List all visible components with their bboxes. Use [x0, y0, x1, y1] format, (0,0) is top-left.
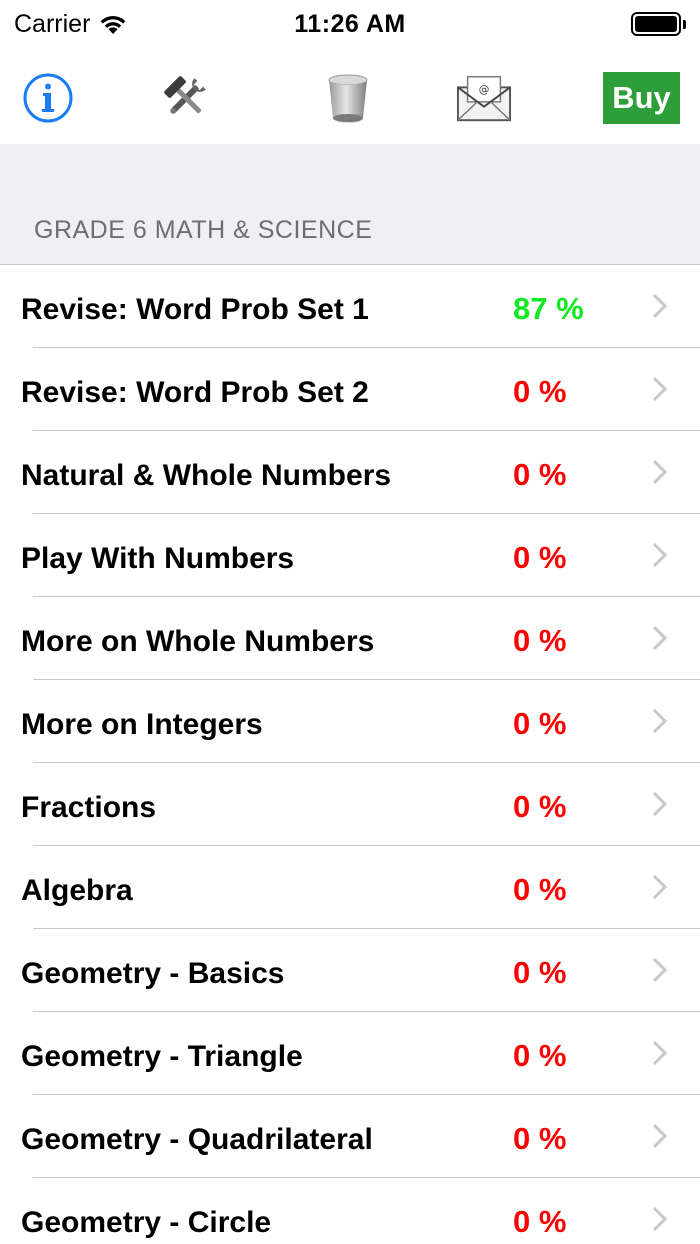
score-percent: 0 % — [513, 457, 567, 492]
chevron-right-icon — [652, 957, 668, 983]
topic-label: Geometry - Triangle — [21, 1040, 303, 1073]
score-percent: 0 % — [513, 1038, 567, 1073]
list-item[interactable]: Revise: Word Prob Set 1 87 % — [0, 265, 700, 348]
chevron-right-icon — [652, 708, 668, 734]
info-icon — [23, 73, 73, 123]
topic-label: Geometry - Basics — [21, 957, 285, 990]
list-item[interactable]: Algebra 0 % — [0, 846, 700, 929]
list-item[interactable]: More on Integers 0 % — [0, 680, 700, 763]
topic-label: More on Integers — [21, 708, 263, 741]
toolbar: @ Buy — [0, 48, 700, 144]
list-item[interactable]: Geometry - Basics 0 % — [0, 929, 700, 1012]
chevron-right-icon — [652, 625, 668, 651]
svg-text:@: @ — [479, 83, 490, 96]
topic-label: Play With Numbers — [21, 542, 295, 575]
score-percent: 0 % — [513, 374, 567, 409]
topic-label: Algebra — [21, 874, 133, 907]
score-percent: 0 % — [513, 789, 567, 824]
chevron-right-icon — [652, 1040, 668, 1066]
battery-icon — [631, 12, 686, 36]
list-item[interactable]: Fractions 0 % — [0, 763, 700, 846]
score-percent: 0 % — [513, 955, 567, 990]
trash-icon — [328, 74, 368, 123]
wifi-icon — [101, 16, 126, 34]
score-percent: 87 % — [513, 291, 584, 326]
list-item[interactable]: More on Whole Numbers 0 % — [0, 597, 700, 680]
score-percent: 0 % — [513, 1121, 567, 1156]
score-percent: 0 % — [513, 1204, 567, 1239]
topic-label: Fractions — [21, 791, 157, 824]
status-bar: Carrier 11:26 AM — [0, 0, 700, 48]
chevron-right-icon — [652, 1123, 668, 1149]
topic-label: Geometry - Quadrilateral — [21, 1123, 373, 1156]
topic-label: Geometry - Circle — [21, 1206, 272, 1239]
chevron-right-icon — [652, 1206, 668, 1232]
list-item[interactable]: Revise: Word Prob Set 2 0 % — [0, 348, 700, 431]
status-left: Carrier — [14, 10, 128, 39]
carrier-label: Carrier — [14, 9, 91, 38]
list-item[interactable]: Geometry - Triangle 0 % — [0, 1012, 700, 1095]
topic-label: Revise: Word Prob Set 1 — [21, 293, 369, 326]
chevron-right-icon — [652, 376, 668, 402]
buy-button[interactable]: Buy — [603, 72, 680, 124]
chevron-right-icon — [652, 542, 668, 568]
settings-button[interactable] — [158, 70, 214, 126]
score-percent: 0 % — [513, 872, 567, 907]
reset-button[interactable] — [320, 70, 376, 126]
info-button[interactable] — [20, 70, 76, 126]
list-item[interactable]: Natural & Whole Numbers 0 % — [0, 431, 700, 514]
email-button[interactable]: @ — [456, 70, 512, 126]
score-percent: 0 % — [513, 706, 567, 741]
app-screen: Carrier 11:26 AM @ Buy GRADE 6 MATH & SC… — [0, 0, 700, 1244]
section-header — [0, 144, 700, 265]
list-item[interactable]: Play With Numbers 0 % — [0, 514, 700, 597]
topic-label: Revise: Word Prob Set 2 — [21, 376, 369, 409]
score-percent: 0 % — [513, 623, 567, 658]
topic-list: Revise: Word Prob Set 1 87 % Revise: Word … — [0, 265, 700, 1244]
topic-label: Natural & Whole Numbers — [21, 459, 392, 492]
list-item[interactable]: Geometry - Quadrilateral 0 % — [0, 1095, 700, 1178]
topic-label: More on Whole Numbers — [21, 625, 375, 658]
score-percent: 0 % — [513, 540, 567, 575]
tools-icon — [164, 76, 206, 114]
chevron-right-icon — [652, 459, 668, 485]
chevron-right-icon — [652, 293, 668, 319]
section-title: GRADE 6 MATH & SCIENCE — [34, 216, 373, 244]
mail-icon: @ — [456, 76, 512, 122]
list-item[interactable]: Geometry - Circle 0 % — [0, 1178, 700, 1244]
chevron-right-icon — [652, 791, 668, 817]
chevron-right-icon — [652, 874, 668, 900]
